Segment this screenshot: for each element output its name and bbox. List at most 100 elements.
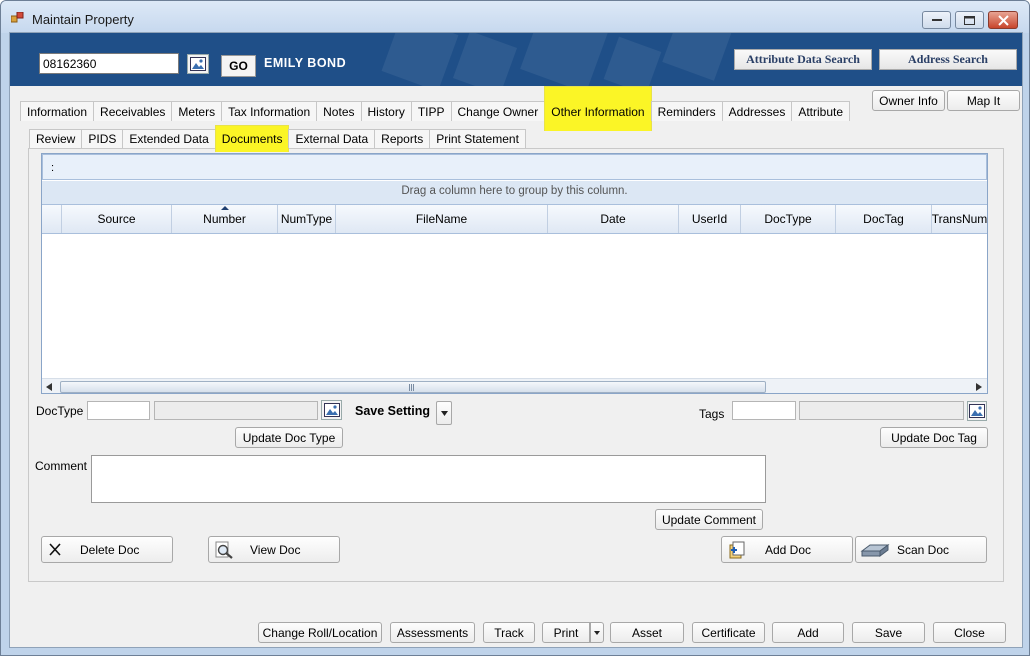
subtab-reports[interactable]: Reports xyxy=(374,129,431,148)
column-header-label: Source xyxy=(97,212,136,226)
scan-doc-button[interactable]: Scan Doc xyxy=(855,536,987,563)
update-comment-button[interactable]: Update Comment xyxy=(655,509,763,530)
column-header-label: FileName xyxy=(415,212,468,226)
title-bar: Maintain Property xyxy=(1,1,1029,33)
tab-history[interactable]: History xyxy=(360,101,412,121)
comment-label: Comment xyxy=(35,459,88,473)
sort-ascending-icon xyxy=(221,206,229,210)
column-header-label: UserId xyxy=(691,212,728,226)
scan-doc-label: Scan Doc xyxy=(897,543,950,557)
tags-description xyxy=(799,401,964,420)
subtab-pids[interactable]: PIDS xyxy=(81,129,124,148)
close-window-button[interactable] xyxy=(988,11,1018,29)
tab-tax-information[interactable]: Tax Information xyxy=(221,101,318,121)
go-button[interactable]: GO xyxy=(221,55,256,77)
column-header-doctag[interactable]: DocTag xyxy=(836,205,932,233)
asset-button[interactable]: Asset xyxy=(610,622,684,643)
column-header-userid[interactable]: UserId xyxy=(679,205,741,233)
address-search-button[interactable]: Address Search xyxy=(879,49,1017,70)
tab-attribute[interactable]: Attribute xyxy=(791,101,851,121)
lookup-button[interactable] xyxy=(187,54,209,74)
banner-decoration xyxy=(662,33,733,81)
chevron-down-icon xyxy=(440,410,448,416)
tags-input[interactable] xyxy=(732,401,796,420)
column-header-source[interactable]: Source xyxy=(62,205,172,233)
tab-addresses[interactable]: Addresses xyxy=(721,101,793,121)
print-button[interactable]: Print xyxy=(542,622,590,643)
delete-doc-button[interactable]: Delete Doc xyxy=(41,536,173,563)
tab-receivables[interactable]: Receivables xyxy=(93,101,173,121)
delete-doc-label: Delete Doc xyxy=(80,543,140,557)
horizontal-scrollbar[interactable] xyxy=(42,378,987,393)
subtab-external-data[interactable]: External Data xyxy=(288,129,376,148)
column-header-label: Number xyxy=(203,212,246,226)
subtab-extended-data[interactable]: Extended Data xyxy=(122,129,216,148)
subtab-review[interactable]: Review xyxy=(29,129,83,148)
column-header-label: DocType xyxy=(764,212,812,226)
column-header-label: TransNum xyxy=(932,212,988,226)
group-by-area[interactable]: Drag a column here to group by this colu… xyxy=(42,181,987,204)
column-header-number[interactable]: Number xyxy=(172,205,278,233)
view-doc-button[interactable]: View Doc xyxy=(208,536,340,563)
column-header-label: NumType xyxy=(280,212,333,226)
attribute-data-search-button[interactable]: Attribute Data Search xyxy=(734,49,872,70)
tab-change-owner[interactable]: Change Owner xyxy=(450,101,546,121)
row-selector-header xyxy=(42,205,62,233)
grid-header-row: Source Number NumType FileName Date UserId Doc… xyxy=(42,204,988,234)
add-doc-button[interactable]: Add Doc xyxy=(721,536,853,563)
chevron-down-icon xyxy=(594,630,600,635)
close-icon xyxy=(997,14,1009,26)
maximize-button[interactable] xyxy=(955,11,984,29)
subtab-print-statement[interactable]: Print Statement xyxy=(429,129,526,148)
column-header-filename[interactable]: FileName xyxy=(336,205,548,233)
update-doc-type-button[interactable]: Update Doc Type xyxy=(235,427,343,448)
column-header-numtype[interactable]: NumType xyxy=(278,205,336,233)
main-window: Maintain Property 08162360 GO EMILY BOND… xyxy=(0,0,1030,656)
tab-meters[interactable]: Meters xyxy=(171,101,223,121)
column-header-transnum[interactable]: TransNum xyxy=(932,205,988,233)
certificate-button[interactable]: Certificate xyxy=(692,622,765,643)
assessments-button[interactable]: Assessments xyxy=(390,622,475,643)
magnifier-icon xyxy=(215,541,233,559)
comment-textarea[interactable] xyxy=(91,455,766,503)
picture-icon xyxy=(323,403,340,417)
minimize-button[interactable] xyxy=(922,11,951,29)
doctype-input[interactable] xyxy=(87,401,150,420)
print-dropdown-button[interactable] xyxy=(590,622,604,643)
column-header-date[interactable]: Date xyxy=(548,205,679,233)
scrollbar-thumb[interactable] xyxy=(60,381,766,393)
documents-grid[interactable]: : Drag a column here to group by this co… xyxy=(41,153,988,394)
save-setting-dropdown[interactable] xyxy=(436,401,452,425)
grid-filter-row: : xyxy=(42,154,987,180)
banner-decoration xyxy=(381,33,459,86)
column-header-doctype[interactable]: DocType xyxy=(741,205,836,233)
change-roll-location-button[interactable]: Change Roll/Location xyxy=(258,622,382,643)
tab-notes[interactable]: Notes xyxy=(316,101,362,121)
tab-reminders[interactable]: Reminders xyxy=(650,101,723,121)
tab-other-information[interactable]: Other Information xyxy=(544,86,652,131)
column-header-label: DocTag xyxy=(863,212,904,226)
window-title: Maintain Property xyxy=(32,12,134,27)
close-button[interactable]: Close xyxy=(933,622,1006,643)
tab-tipp[interactable]: TIPP xyxy=(410,101,452,121)
grip-icon xyxy=(409,384,414,391)
account-number-input[interactable]: 08162360 xyxy=(39,53,179,74)
tags-lookup-button[interactable] xyxy=(967,401,987,421)
doctype-lookup-button[interactable] xyxy=(321,400,342,420)
view-doc-label: View Doc xyxy=(250,543,301,557)
doctype-description xyxy=(154,401,318,420)
owner-name: EMILY BOND xyxy=(264,56,347,70)
scanner-icon xyxy=(860,544,890,557)
tab-information[interactable]: Information xyxy=(20,101,95,121)
owner-info-button[interactable]: Owner Info xyxy=(872,90,945,111)
scroll-left-icon[interactable] xyxy=(46,383,52,391)
save-button[interactable]: Save xyxy=(852,622,925,643)
add-doc-label: Add Doc xyxy=(765,543,812,557)
picture-icon xyxy=(190,57,206,71)
map-it-button[interactable]: Map It xyxy=(947,90,1020,111)
update-doc-tag-button[interactable]: Update Doc Tag xyxy=(880,427,988,448)
track-button[interactable]: Track xyxy=(483,622,535,643)
subtab-documents[interactable]: Documents xyxy=(214,125,290,152)
scroll-right-icon[interactable] xyxy=(976,383,982,391)
add-button[interactable]: Add xyxy=(772,622,844,643)
